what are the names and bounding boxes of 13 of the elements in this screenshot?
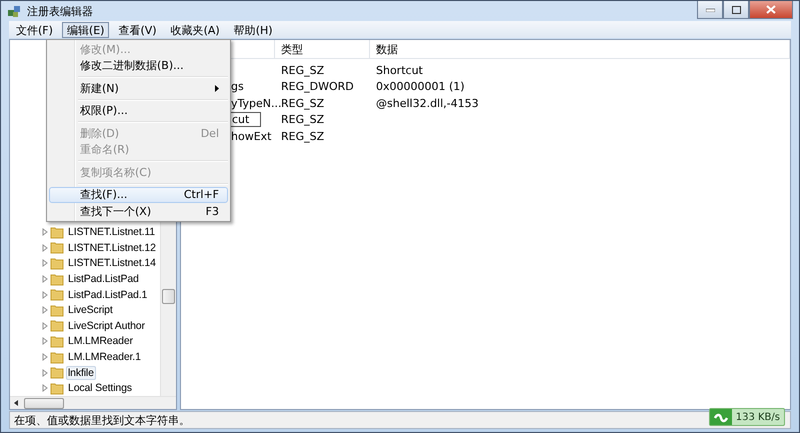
value-name: gs (231, 80, 244, 94)
status-text: 在项、值或数据里找到文本字符串。 (14, 412, 190, 428)
value-data: @shell32.dll,-4153 (375, 96, 479, 110)
value-data: 0x00000001 (1) (375, 80, 465, 94)
value-type: REG_SZ (280, 64, 326, 77)
value-name: howExt (231, 130, 272, 143)
window-title: 注册表编辑器 (27, 4, 94, 18)
network-speed: 133 KB/s (734, 412, 781, 422)
value-name: yTypeN... (231, 96, 282, 110)
value-type: REG_SZ (280, 130, 326, 143)
value-data: Shortcut (375, 64, 423, 77)
value-type: REG_SZ (280, 113, 326, 126)
value-type: REG_DWORD (280, 80, 355, 94)
